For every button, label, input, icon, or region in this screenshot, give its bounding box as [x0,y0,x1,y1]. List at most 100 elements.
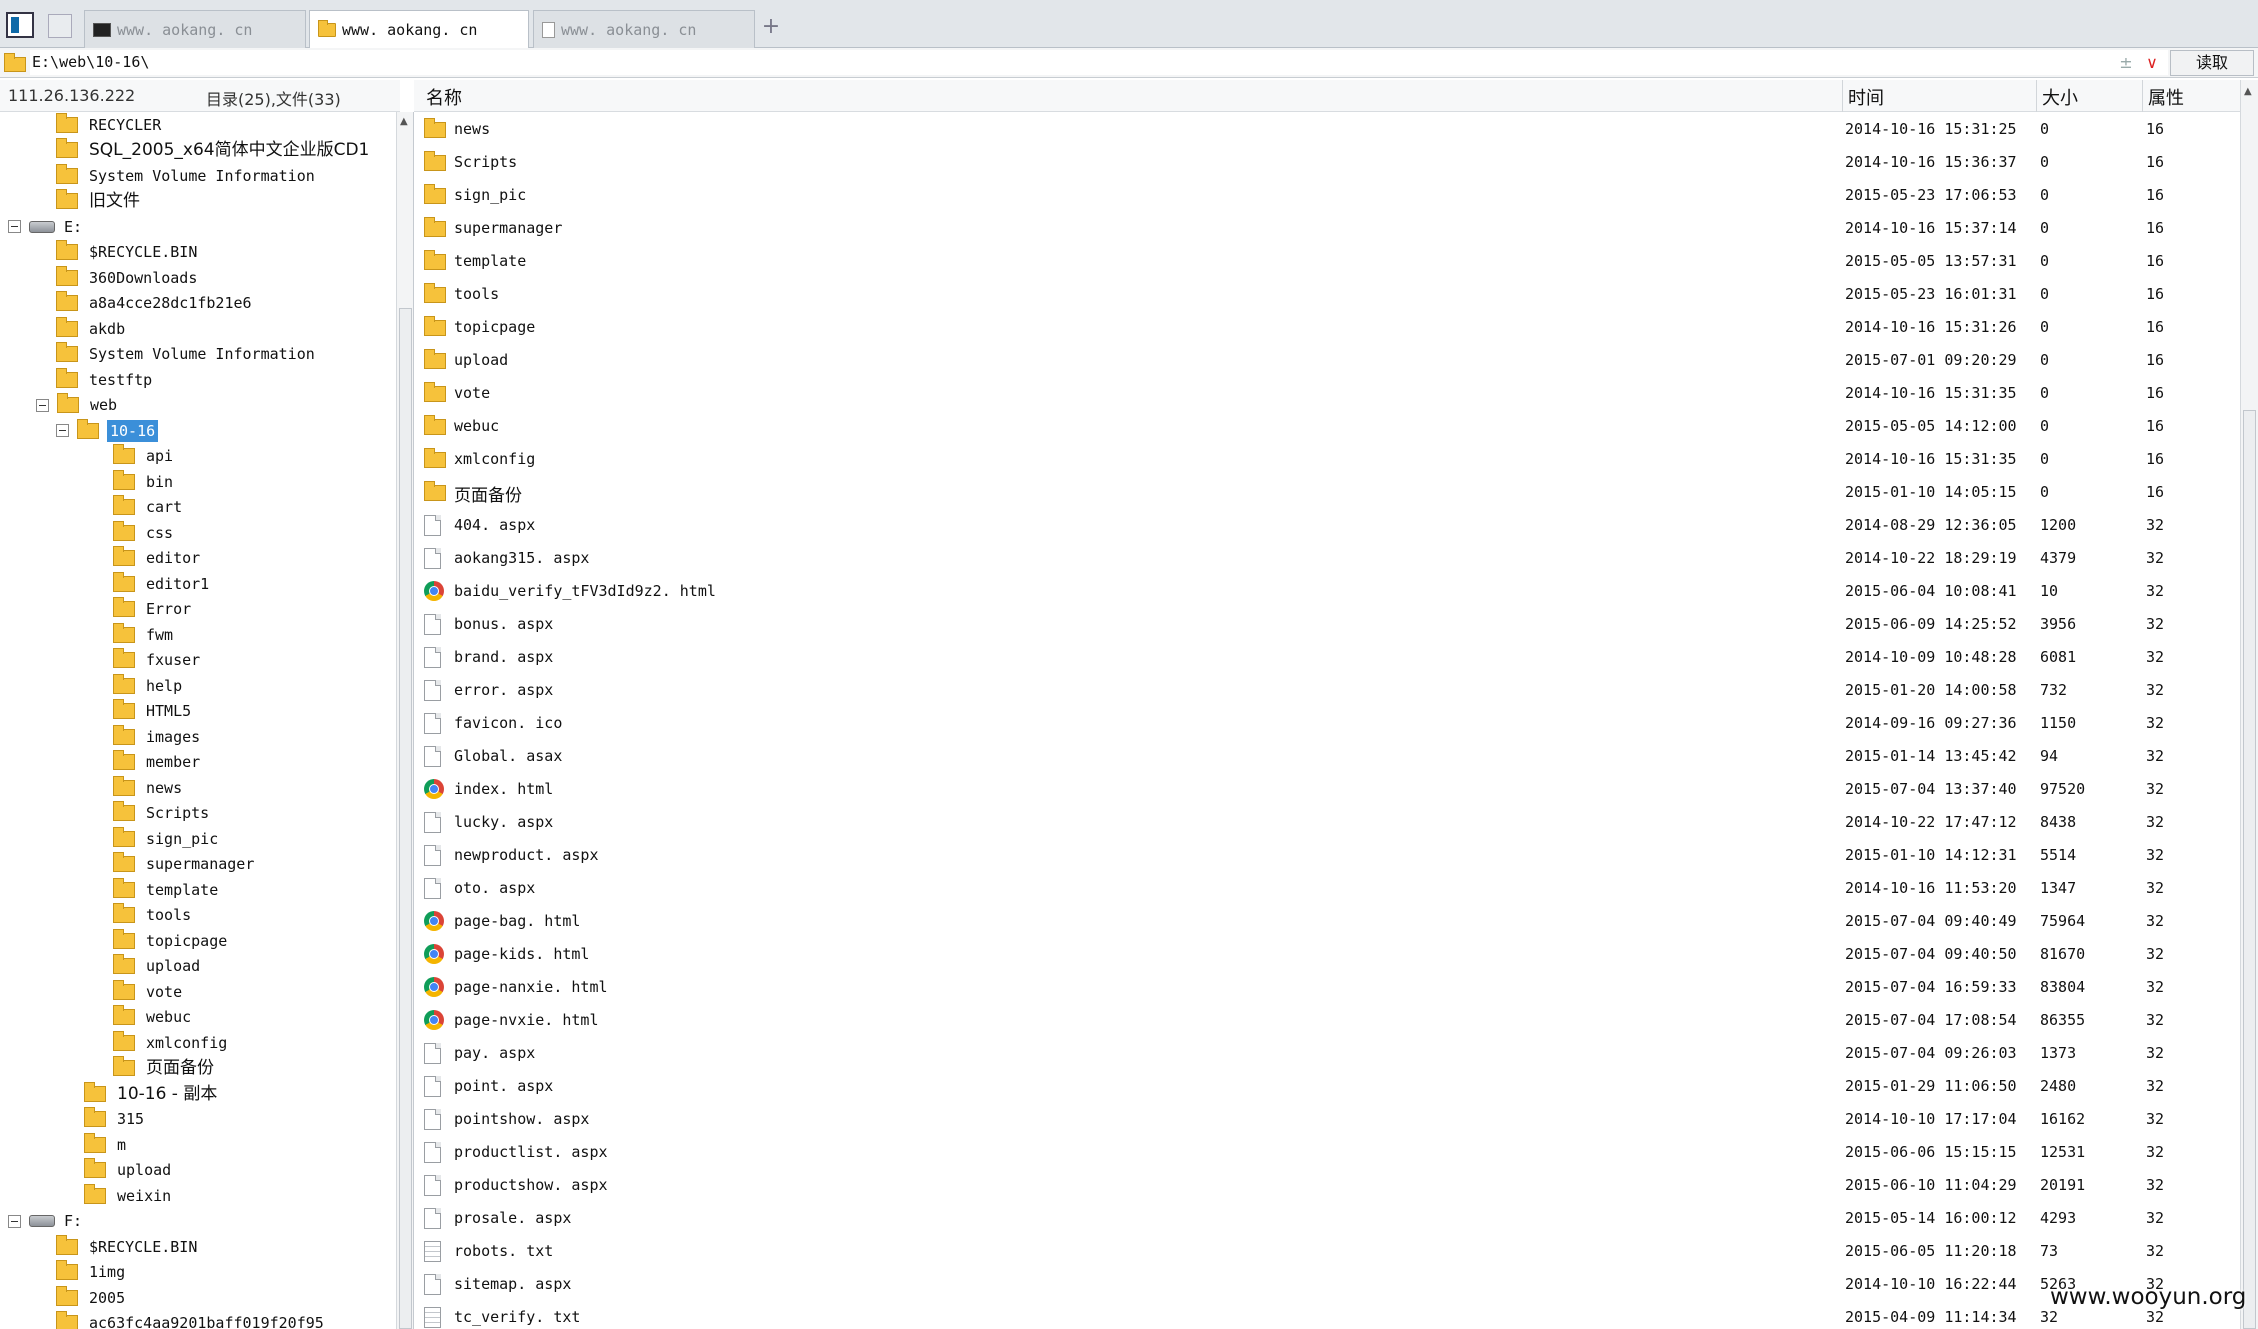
read-button[interactable]: 读取 [2170,50,2254,76]
tree-node[interactable]: 315 [84,1107,147,1132]
tree-node[interactable]: 1img [56,1260,128,1285]
pin-icon[interactable]: ± [2116,50,2136,76]
tree-node[interactable]: editor1 [113,571,212,596]
tree-node[interactable]: $RECYCLE.BIN [56,1234,200,1259]
tree-node[interactable]: m [84,1132,129,1157]
tree-node[interactable]: weixin [84,1183,174,1208]
tree-node[interactable]: template [113,877,221,902]
file-row[interactable]: template 2015-05-05 13:57:31 0 16 [414,244,2240,277]
tree-node[interactable]: System Volume Information [56,163,318,188]
file-row[interactable]: index. html 2015-07-04 13:37:40 97520 32 [414,772,2240,805]
file-row[interactable]: pointshow. aspx 2014-10-10 17:17:04 16162 3… [414,1102,2240,1135]
file-row[interactable]: newproduct. aspx 2015-01-10 14:12:31 5514 3… [414,838,2240,871]
tree-node[interactable]: fwm [113,622,176,647]
file-row[interactable]: Scripts 2014-10-16 15:36:37 0 16 [414,145,2240,178]
tree-node[interactable]: news [113,775,185,800]
tree-node[interactable]: webuc [113,1005,194,1030]
collapse-icon[interactable] [36,398,49,412]
path-input[interactable] [30,50,2168,75]
tree-node[interactable]: editor [113,546,203,571]
tree-node[interactable]: help [113,673,185,698]
file-row[interactable]: productlist. aspx 2015-06-06 15:15:15 1253… [414,1135,2240,1168]
tree-node[interactable]: images [113,724,203,749]
tree-node[interactable]: 10-16 - 副本 [84,1081,220,1106]
tree-node[interactable]: web [36,393,120,418]
column-time[interactable]: 时间 [1848,84,1884,110]
panel-toggle-icon[interactable] [6,12,34,38]
file-row[interactable]: bonus. aspx 2015-06-09 14:25:52 3956 32 [414,607,2240,640]
scroll-up-icon[interactable]: ▲ [2244,86,2252,97]
tree-node[interactable]: api [113,444,176,469]
collapse-icon[interactable] [8,220,21,233]
tree-node[interactable]: css [113,520,176,545]
tree-node[interactable]: cart [113,495,185,520]
file-row[interactable]: news 2014-10-16 15:31:25 0 16 [414,112,2240,145]
tree-node[interactable]: supermanager [113,852,257,877]
file-row[interactable]: point. aspx 2015-01-29 11:06:50 2480 32 [414,1069,2240,1102]
file-row[interactable]: tc_verify. txt 2015-04-09 11:14:34 32 32 [414,1300,2240,1329]
file-row[interactable]: tools 2015-05-23 16:01:31 0 16 [414,277,2240,310]
file-row[interactable]: error. aspx 2015-01-20 14:00:58 732 32 [414,673,2240,706]
file-row[interactable]: lucky. aspx 2014-10-22 17:47:12 8438 32 [414,805,2240,838]
tree-node[interactable]: sign_pic [113,826,221,851]
file-row[interactable]: brand. aspx 2014-10-09 10:48:28 6081 32 [414,640,2240,673]
tree-node[interactable]: F: [8,1209,85,1234]
tree-node[interactable]: bin [113,469,176,494]
scroll-thumb[interactable] [2243,410,2256,1329]
file-row[interactable]: page-bag. html 2015-07-04 09:40:49 75964 32 [414,904,2240,937]
new-tab-button[interactable]: + [760,12,782,42]
file-row[interactable]: xmlconfig 2014-10-16 15:31:35 0 16 [414,442,2240,475]
tree-node[interactable]: 10-16 [56,418,159,443]
tree-node[interactable]: E: [8,214,85,239]
tree-node[interactable]: System Volume Information [56,342,318,367]
file-row[interactable]: page-nanxie. html 2015-07-04 16:59:33 8380… [414,970,2240,1003]
tree-node[interactable]: tools [113,903,194,928]
file-row[interactable]: webuc 2015-05-05 14:12:00 0 16 [414,409,2240,442]
tree-node[interactable]: akdb [56,316,128,341]
file-row[interactable]: 页面备份 2015-01-10 14:05:15 0 16 [414,475,2240,508]
tree-node[interactable]: $RECYCLE.BIN [56,240,200,265]
file-row[interactable]: 404. aspx 2014-08-29 12:36:05 1200 32 [414,508,2240,541]
tree-node[interactable]: ac63fc4aa9201baff019f20f95 [56,1311,327,1329]
tree-node[interactable]: SQL_2005_x64简体中文企业版CD1 [56,138,372,163]
tab-1[interactable]: www. aokang. cn [84,10,306,48]
collapse-icon[interactable] [8,1214,21,1228]
file-row[interactable]: pay. aspx 2015-07-04 09:26:03 1373 32 [414,1036,2240,1069]
tab-2[interactable]: www. aokang. cn [309,10,529,49]
tree-node[interactable]: xmlconfig [113,1030,230,1055]
file-row[interactable]: oto. aspx 2014-10-16 11:53:20 1347 32 [414,871,2240,904]
tree-node[interactable]: fxuser [113,648,203,673]
collapse-icon[interactable] [56,424,69,437]
column-size[interactable]: 大小 [2042,84,2078,110]
file-row[interactable]: productshow. aspx 2015-06-10 11:04:29 2019… [414,1168,2240,1201]
file-row[interactable]: upload 2015-07-01 09:20:29 0 16 [414,343,2240,376]
file-row[interactable]: sitemap. aspx 2014-10-10 16:22:44 5263 32 [414,1267,2240,1300]
blank-tab-icon[interactable] [48,14,72,38]
tree-node[interactable]: member [113,750,203,775]
tree-scrollbar[interactable]: ▲ [396,112,414,1329]
file-row[interactable]: sign_pic 2015-05-23 17:06:53 0 16 [414,178,2240,211]
tree-node[interactable]: upload [84,1158,174,1183]
tree-node[interactable]: 页面备份 [113,1056,217,1081]
tree-node[interactable]: testftp [56,367,155,392]
tree-node[interactable]: Scripts [113,801,212,826]
tree-node[interactable]: 360Downloads [56,265,200,290]
file-row[interactable]: page-kids. html 2015-07-04 09:40:50 81670 3… [414,937,2240,970]
tree-node[interactable]: a8a4cce28dc1fb21e6 [56,291,255,316]
tree-node[interactable]: Error [113,597,194,622]
chevron-down-icon[interactable]: ∨ [2140,50,2164,76]
tree-node[interactable]: HTML5 [113,699,194,724]
file-row[interactable]: page-nvxie. html 2015-07-04 17:08:54 86355… [414,1003,2240,1036]
file-row[interactable]: prosale. aspx 2015-05-14 16:00:12 4293 32 [414,1201,2240,1234]
tree-node[interactable]: 2005 [56,1285,128,1310]
file-row[interactable]: aokang315. aspx 2014-10-22 18:29:19 4379 32 [414,541,2240,574]
tree-node[interactable]: vote [113,979,185,1004]
tree-node[interactable]: topicpage [113,928,230,953]
file-row[interactable]: robots. txt 2015-06-05 11:20:18 73 32 [414,1234,2240,1267]
column-attr[interactable]: 属性 [2148,84,2184,110]
tree-node[interactable]: upload [113,954,203,979]
tree-node[interactable]: RECYCLER [56,112,164,137]
file-list-scrollbar[interactable]: ▲ [2240,80,2258,1329]
column-name[interactable]: 名称 [426,84,462,110]
file-row[interactable]: supermanager 2014-10-16 15:37:14 0 16 [414,211,2240,244]
